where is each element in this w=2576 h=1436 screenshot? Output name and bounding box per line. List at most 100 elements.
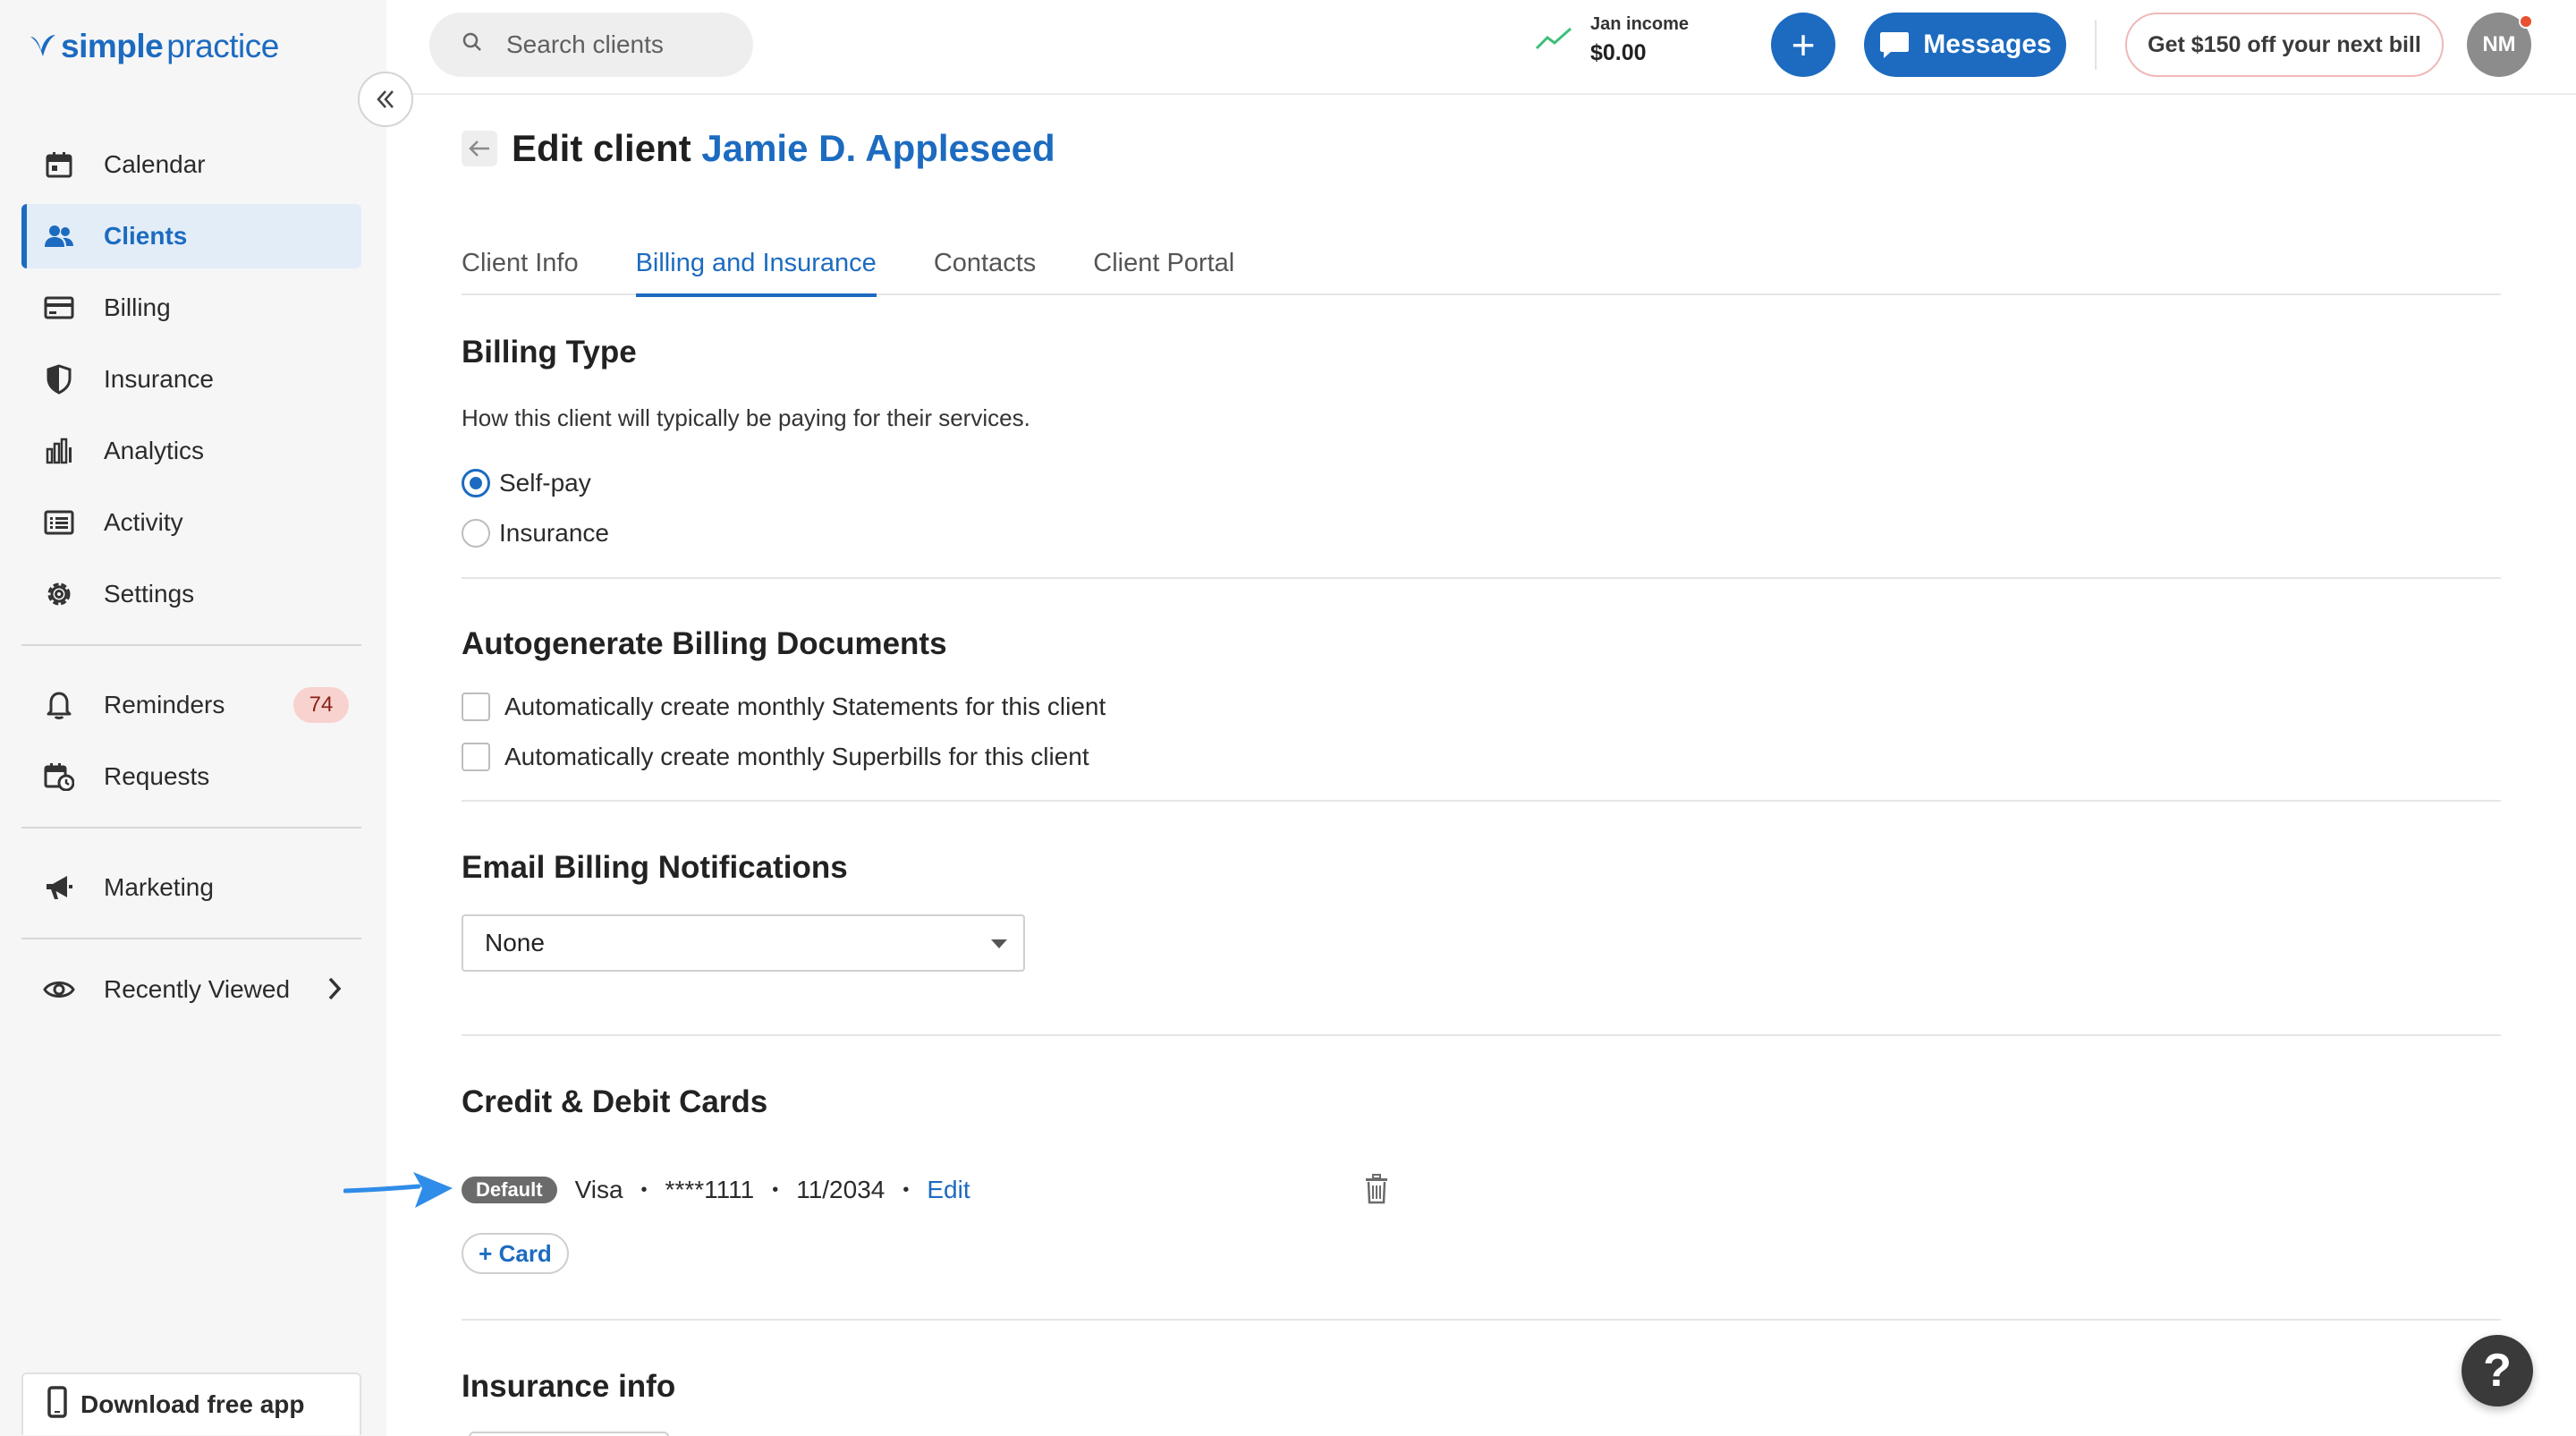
sidebar-item-label: Requests	[104, 762, 210, 790]
default-badge: Default	[462, 1177, 557, 1203]
avatar-initials: NM	[2482, 32, 2516, 56]
tab-contacts[interactable]: Contacts	[934, 240, 1036, 295]
collapse-sidebar-button[interactable]	[358, 72, 413, 127]
radio-button[interactable]	[462, 519, 490, 548]
sidebar-item-insurance[interactable]: Insurance	[21, 347, 361, 412]
autogenerate-heading: Autogenerate Billing Documents	[462, 626, 947, 661]
tab-client-info[interactable]: Client Info	[462, 240, 579, 295]
client-tabs: Client Info Billing and Insurance Contac…	[462, 240, 2501, 297]
sidebar-item-activity[interactable]: Activity	[21, 490, 361, 555]
sidebar-nav: Calendar Clients Billing Insurance Analy…	[21, 132, 361, 1029]
notification-dot	[2519, 14, 2533, 29]
add-new-button[interactable]: +	[1771, 13, 1835, 77]
sidebar-item-recently-viewed[interactable]: Recently Viewed	[21, 957, 361, 1022]
sidebar-item-label: Reminders	[104, 691, 225, 718]
card-number: ****1111	[665, 1176, 755, 1203]
simplepractice-logo[interactable]: simple practice	[27, 20, 279, 73]
billing-type-heading: Billing Type	[462, 335, 637, 370]
email-notifications-select[interactable]: None	[462, 914, 1025, 972]
sidebar-item-label: Recently Viewed	[104, 975, 291, 1003]
edit-card-link[interactable]: Edit	[927, 1176, 970, 1204]
trash-icon[interactable]	[1363, 1174, 1390, 1209]
sidebar-item-label: Clients	[104, 222, 188, 250]
radio-label: Self-pay	[499, 469, 591, 497]
sidebar-item-reminders[interactable]: Reminders 74	[21, 673, 361, 737]
logo-text-practice: practice	[166, 28, 279, 64]
add-card-button[interactable]: + Card	[462, 1233, 569, 1274]
sidebar-item-billing[interactable]: Billing	[21, 276, 361, 340]
search-icon	[462, 30, 483, 59]
checkbox-monthly-statements[interactable]: Automatically create monthly Statements …	[462, 693, 1106, 721]
help-button[interactable]: ?	[2462, 1335, 2533, 1406]
credit-card-icon	[43, 292, 75, 324]
butterfly-logo-icon	[30, 35, 55, 56]
sidebar-item-label: Insurance	[104, 365, 214, 393]
topbar-separator	[2095, 20, 2097, 70]
sidebar-item-requests[interactable]: Requests	[21, 744, 361, 809]
section-divider	[462, 577, 2501, 579]
checkbox[interactable]	[462, 693, 490, 721]
trend-up-icon	[1535, 25, 1574, 56]
income-value: $0.00	[1590, 40, 1647, 65]
sidebar-item-clients[interactable]: Clients	[21, 204, 361, 268]
checkbox-monthly-superbills[interactable]: Automatically create monthly Superbills …	[462, 743, 1089, 771]
card-brand: Visa	[574, 1176, 623, 1203]
cards-heading: Credit & Debit Cards	[462, 1084, 768, 1119]
sidebar-item-label: Activity	[104, 508, 183, 536]
section-divider	[462, 1034, 2501, 1036]
caret-down-icon	[991, 939, 1007, 948]
sidebar-item-label: Analytics	[104, 437, 205, 464]
megaphone-icon	[43, 871, 75, 904]
client-name-link[interactable]: Jamie D. Appleseed	[701, 127, 1055, 169]
section-divider	[462, 800, 2501, 802]
search-input[interactable]	[506, 30, 721, 59]
messages-button[interactable]: Messages	[1864, 13, 2066, 77]
billing-type-description: How this client will typically be paying…	[462, 404, 1030, 431]
arrow-left-icon	[469, 140, 489, 157]
sidebar-divider	[21, 938, 361, 939]
sidebar: simple practice Calendar Clients Billing …	[0, 0, 386, 1436]
insurance-info-heading: Insurance info	[462, 1369, 676, 1404]
select-value: None	[485, 929, 545, 956]
section-divider	[462, 1319, 2501, 1321]
card-item: Default Visa • ****1111 • 11/2034 • Edit	[462, 1172, 970, 1208]
email-notifications-heading: Email Billing Notifications	[462, 850, 848, 885]
bell-icon	[43, 689, 75, 721]
monthly-income[interactable]: Jan income $0.00	[1535, 14, 1689, 66]
phone-icon	[47, 1385, 68, 1424]
checkbox[interactable]	[462, 743, 490, 771]
calendar-icon	[43, 149, 75, 181]
radio-self-pay[interactable]: Self-pay	[462, 469, 591, 497]
sidebar-item-calendar[interactable]: Calendar	[21, 132, 361, 197]
gear-icon	[43, 578, 75, 610]
checkbox-label: Automatically create monthly Statements …	[504, 693, 1106, 720]
tab-billing-and-insurance[interactable]: Billing and Insurance	[635, 240, 877, 297]
calendar-clock-icon	[43, 760, 75, 793]
list-icon	[43, 506, 75, 539]
tab-client-portal[interactable]: Client Portal	[1093, 240, 1234, 295]
radio-label: Insurance	[499, 519, 609, 547]
sidebar-item-marketing[interactable]: Marketing	[21, 855, 361, 920]
sidebar-item-label: Billing	[104, 293, 171, 321]
bar-chart-icon	[43, 435, 75, 467]
separator-dot: •	[640, 1179, 648, 1200]
question-mark-icon: ?	[2483, 1345, 2512, 1397]
referral-promo-button[interactable]: Get $150 off your next bill	[2125, 13, 2444, 77]
radio-button-checked[interactable]	[462, 469, 490, 497]
insurance-field-partial[interactable]	[469, 1432, 669, 1436]
card-expiry: 11/2034	[796, 1176, 886, 1203]
sidebar-divider	[21, 644, 361, 646]
page-title: Edit client Jamie D. Appleseed	[512, 127, 1055, 170]
double-chevron-left-icon	[377, 90, 394, 108]
search-clients-box[interactable]	[429, 13, 753, 77]
reminders-count-badge: 74	[293, 687, 349, 723]
download-app-button[interactable]: Download free app	[21, 1372, 361, 1435]
sidebar-divider	[21, 827, 361, 828]
logo-text-simple: simple	[61, 28, 164, 64]
sidebar-item-settings[interactable]: Settings	[21, 562, 361, 626]
radio-insurance[interactable]: Insurance	[462, 519, 609, 548]
download-app-label: Download free app	[80, 1390, 305, 1418]
back-button[interactable]	[462, 131, 497, 166]
sidebar-item-label: Calendar	[104, 150, 206, 178]
sidebar-item-analytics[interactable]: Analytics	[21, 419, 361, 483]
